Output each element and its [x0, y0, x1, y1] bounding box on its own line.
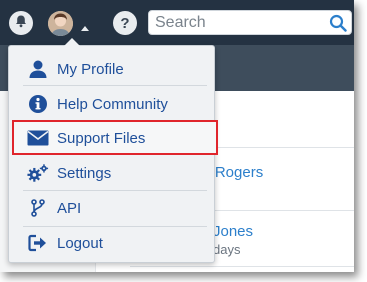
menu-item-label: Support Files [57, 129, 146, 147]
question-icon: ? [120, 14, 130, 32]
envelope-icon [27, 127, 49, 149]
top-navigation-bar: ? [0, 0, 354, 45]
search-input[interactable] [155, 13, 325, 33]
menu-item-label: Settings [57, 164, 112, 182]
menu-item-label: API [57, 199, 82, 217]
menu-separator [23, 85, 207, 86]
list-divider [130, 266, 354, 267]
info-icon [27, 93, 49, 115]
notifications-button[interactable] [9, 11, 33, 35]
api-icon [27, 197, 49, 219]
caret-up-icon[interactable] [80, 19, 90, 37]
menu-item-label: Help Community [57, 95, 168, 113]
menu-item-help-community[interactable]: Help Community [9, 87, 214, 121]
dropdown-caret [64, 38, 80, 46]
menu-item-support-files[interactable]: Support Files [9, 121, 214, 155]
profile-dropdown-menu: My Profile Help Community Support Files … [8, 38, 218, 263]
user-icon [27, 58, 49, 80]
list-item-subtitle: days [213, 242, 241, 257]
logout-icon [27, 232, 49, 254]
search-box [148, 10, 352, 35]
help-button[interactable]: ? [113, 11, 137, 35]
menu-item-settings[interactable]: Settings [9, 156, 214, 190]
menu-item-my-profile[interactable]: My Profile [9, 52, 214, 86]
avatar[interactable] [48, 11, 73, 36]
gears-icon [27, 162, 49, 184]
app-window: ? ie Rogers y Jones days [0, 0, 354, 272]
menu-item-label: My Profile [57, 60, 124, 78]
search-icon[interactable] [329, 14, 347, 37]
menu-item-logout[interactable]: Logout [9, 226, 214, 260]
menu-item-api[interactable]: API [9, 191, 214, 225]
menu-item-label: Logout [57, 234, 103, 252]
bell-icon [14, 14, 28, 33]
list-item-name[interactable]: Jones [213, 223, 253, 240]
